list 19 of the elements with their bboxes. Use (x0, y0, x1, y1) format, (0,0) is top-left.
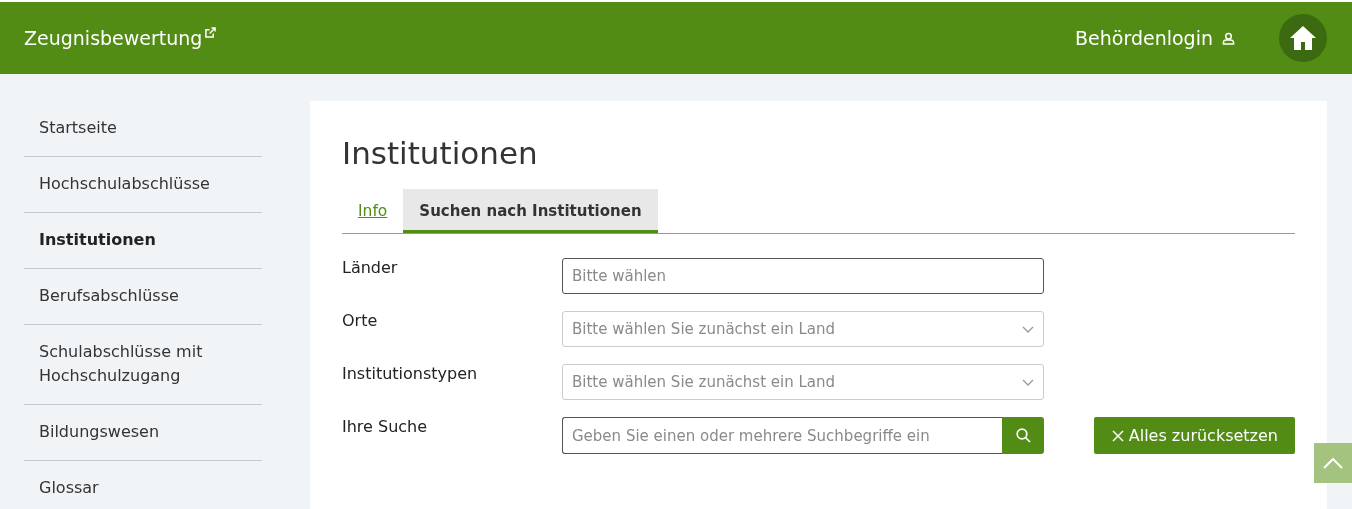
sidebar-link[interactable]: Schulabschlüsse mit Hochschulzugang (24, 325, 262, 405)
reset-button[interactable]: Alles zurücksetzen (1093, 417, 1295, 454)
sidebar-link[interactable]: Institutionen (24, 213, 262, 269)
login-button[interactable]: Behördenlogin (1075, 27, 1235, 49)
search-field[interactable]: Geben Sie einen oder mehrere Suchbegriffe ein (562, 417, 1002, 454)
sidebar-link[interactable]: Glossar (24, 461, 262, 509)
field-label: Länder (342, 258, 399, 277)
sidebar-link[interactable]: Berufsabschlüsse (24, 269, 262, 325)
field-label: Institutionstypen (342, 364, 479, 383)
field-label: Orte (342, 311, 379, 330)
sidebar-link[interactable]: Startseite (24, 101, 262, 157)
field-label: Ihre Suche (342, 417, 429, 436)
site-title-link[interactable]: Zeugnisbewertung (24, 27, 217, 49)
tab[interactable]: Suchen nach Institutionen (403, 189, 658, 233)
tab[interactable]: Info (342, 189, 404, 233)
input-field[interactable]: Bitte wählen (562, 258, 1044, 294)
page-title: Institutionen (342, 135, 539, 171)
sidebar-link[interactable]: Hochschulabschlüsse (24, 157, 262, 213)
sidebar-link[interactable]: Bildungswesen (24, 405, 262, 461)
